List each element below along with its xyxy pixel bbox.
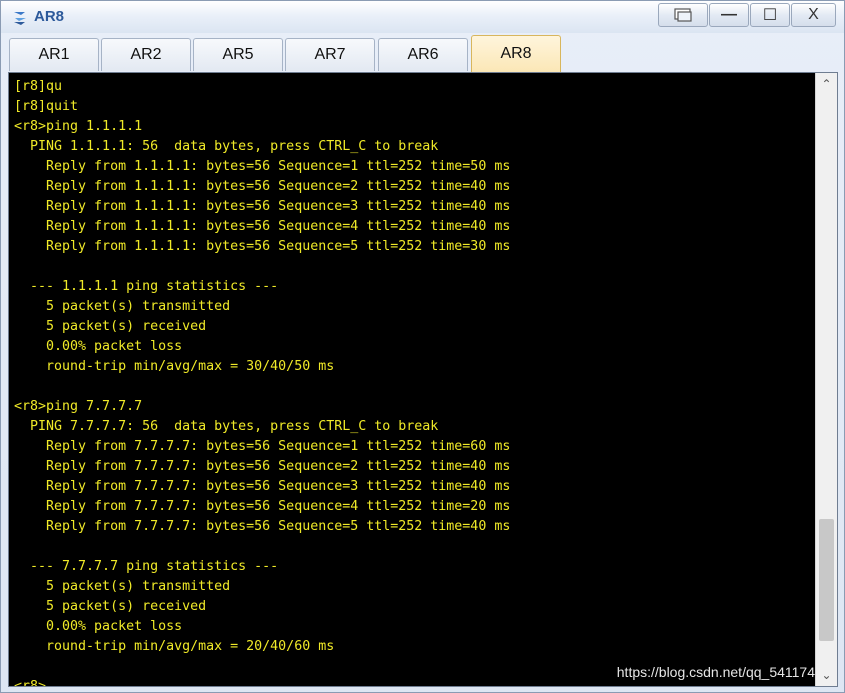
terminal-line: round-trip min/avg/max = 20/40/60 ms [14,639,335,654]
window-mode-icon [674,8,692,22]
terminal-line: --- 7.7.7.7 ping statistics --- [14,559,279,574]
terminal-line: 0.00% packet loss [14,619,183,634]
minimize-button[interactable]: — [709,3,749,27]
terminal-line: PING 1.1.1.1: 56 data bytes, press CTRL_… [14,139,439,154]
scroll-up-arrow-icon[interactable]: ⌃ [816,73,837,95]
tab-label: AR2 [130,46,162,63]
watermark: https://blog.csdn.net/qq_541174 [616,664,815,680]
close-icon: X [808,6,819,23]
terminal-line: 5 packet(s) received [14,319,207,334]
tab-label: AR7 [314,46,346,63]
terminal-line: <r8>ping 1.1.1.1 [14,119,143,134]
terminal-line: Reply from 1.1.1.1: bytes=56 Sequence=3 … [14,199,511,214]
tab-label: AR6 [407,46,439,63]
tab-ar2[interactable]: AR2 [101,38,191,71]
terminal-line: <r8>ping 7.7.7.7 [14,399,143,414]
terminal-line: [r8]qu [14,79,63,94]
terminal-line: Reply from 7.7.7.7: bytes=56 Sequence=2 … [14,459,511,474]
terminal-line: 0.00% packet loss [14,339,183,354]
tab-ar1[interactable]: AR1 [9,38,99,71]
terminal-console[interactable]: [r8]qu [r8]quit <r8>ping 1.1.1.1 PING 1.1.… [8,72,838,687]
maximize-button[interactable]: ☐ [750,3,790,27]
tab-label: AR5 [222,46,254,63]
window-title: AR8 [34,8,65,25]
terminal-line: Reply from 7.7.7.7: bytes=56 Sequence=1 … [14,439,511,454]
terminal-output: [r8]qu [r8]quit <r8>ping 1.1.1.1 PING 1.1.… [14,77,812,686]
tab-ar7[interactable]: AR7 [285,38,375,71]
title-bar[interactable]: AR8 — ☐ X [1,1,844,33]
scroll-down-arrow-icon[interactable]: ⌄ [816,664,837,686]
terminal-line: Reply from 1.1.1.1: bytes=56 Sequence=1 … [14,159,511,174]
router-app-icon [14,12,26,25]
terminal-line: Reply from 7.7.7.7: bytes=56 Sequence=5 … [14,519,511,534]
minimize-icon: — [721,6,737,23]
terminal-line: 5 packet(s) transmitted [14,579,231,594]
scrollbar-thumb[interactable] [819,519,834,641]
terminal-line: Reply from 7.7.7.7: bytes=56 Sequence=3 … [14,479,511,494]
tab-ar5[interactable]: AR5 [193,38,283,71]
terminal-line: Reply from 1.1.1.1: bytes=56 Sequence=5 … [14,239,511,254]
terminal-line: Reply from 1.1.1.1: bytes=56 Sequence=4 … [14,219,511,234]
terminal-line: round-trip min/avg/max = 30/40/50 ms [14,359,335,374]
close-button[interactable]: X [791,3,836,27]
terminal-line: Reply from 7.7.7.7: bytes=56 Sequence=4 … [14,499,511,514]
terminal-line: [r8]quit [14,99,79,114]
maximize-icon: ☐ [762,7,778,24]
terminal-line: 5 packet(s) transmitted [14,299,231,314]
tab-ar6[interactable]: AR6 [378,38,468,71]
terminal-line: --- 1.1.1.1 ping statistics --- [14,279,279,294]
tab-ar8[interactable]: AR8 [471,35,561,72]
restore-window-button[interactable] [658,3,708,27]
terminal-window: AR8 — ☐ X AR1 AR2 AR5 AR7 AR6 AR8 [r8]qu… [0,0,845,693]
terminal-line: Reply from 1.1.1.1: bytes=56 Sequence=2 … [14,179,511,194]
terminal-line: 5 packet(s) received [14,599,207,614]
terminal-line: PING 7.7.7.7: 56 data bytes, press CTRL_… [14,419,439,434]
device-tab-bar: AR1 AR2 AR5 AR7 AR6 AR8 [9,35,839,72]
vertical-scrollbar[interactable]: ⌃ ⌄ [815,73,837,686]
tab-label: AR1 [38,46,70,63]
tab-label: AR8 [500,45,532,62]
